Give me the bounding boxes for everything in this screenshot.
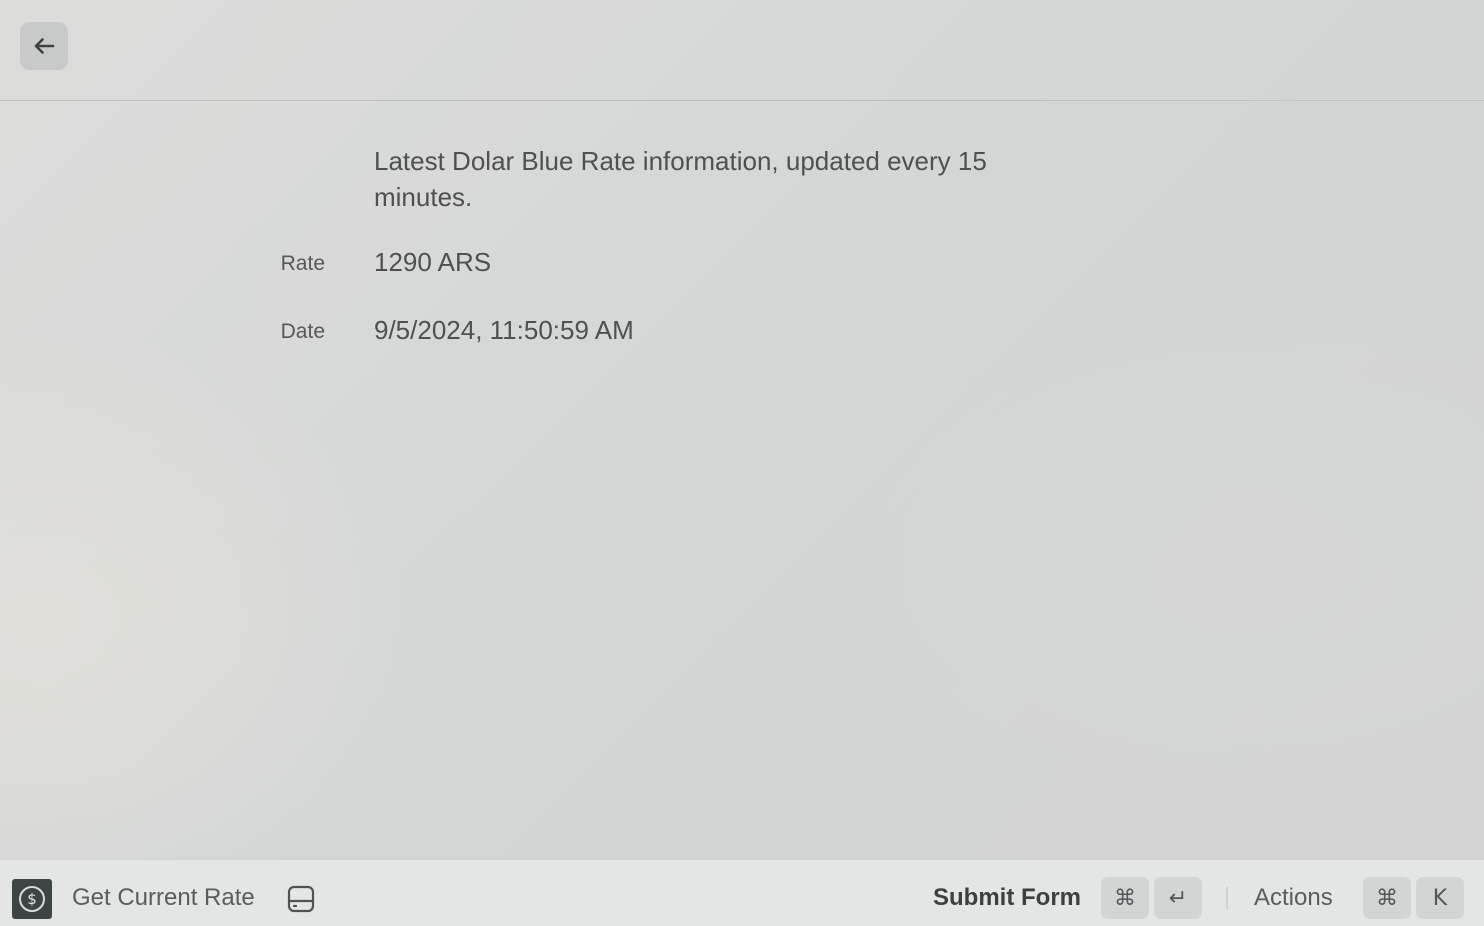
return-key-icon: ↵ (1154, 877, 1202, 919)
actions-button[interactable]: Actions (1254, 884, 1333, 912)
submit-form-button[interactable]: Submit Form (933, 884, 1081, 912)
rate-label: Rate (280, 252, 325, 275)
detail-form: Latest Dolar Blue Rate information, upda… (0, 101, 1484, 859)
date-value: 9/5/2024, 11:50:59 AM (374, 315, 634, 345)
form-description: Latest Dolar Blue Rate information, upda… (374, 146, 987, 212)
app-icon-glyph: $ (19, 886, 45, 912)
command-key-icon: ⌘ (1101, 877, 1149, 919)
arrow-left-icon (34, 38, 55, 54)
command-title: Get Current Rate (72, 884, 255, 911)
rate-value: 1290 ARS (374, 247, 492, 277)
toolbar (0, 0, 1484, 101)
date-label: Date (280, 320, 325, 343)
dollar-coin-icon: $ (12, 879, 52, 919)
command-key-icon: ⌘ (1363, 877, 1411, 919)
action-bar: $ Get Current Rate Submit Form ⌘ ↵ Actio… (0, 859, 1484, 926)
k-key-icon: K (1416, 877, 1464, 919)
divider (1226, 887, 1228, 909)
form-icon (287, 885, 315, 913)
back-button[interactable] (20, 22, 68, 70)
